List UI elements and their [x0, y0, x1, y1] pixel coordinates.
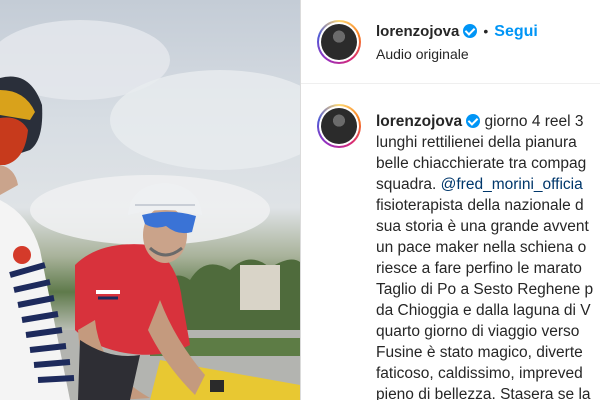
cyclists-scene — [0, 20, 300, 400]
caption-line-7: riesce a fare perfino le marato — [376, 260, 582, 277]
mention-link[interactable]: @fred_morini_officia — [441, 176, 583, 193]
caption-text: lorenzojova giorno 4 reel 3 lunghi retti… — [376, 111, 600, 400]
separator-dot: • — [483, 23, 489, 39]
caption-line-2: belle chiacchierate tra compag — [376, 155, 587, 172]
audio-label[interactable]: Audio originale — [376, 46, 469, 62]
caption-line-8: Taglio di Po a Sesto Reghene p — [376, 281, 594, 298]
verified-badge-icon — [463, 24, 478, 38]
caption-verified-icon — [466, 114, 481, 128]
caption-line-13: pieno di bellezza. Stasera se la — [376, 386, 591, 400]
caption-line-5: sua storia è una grande avvent — [376, 218, 589, 235]
profile-photo — [321, 24, 357, 60]
video-frame[interactable] — [0, 0, 300, 400]
caption-line-0: lorenzojova giorno 4 reel 3 — [376, 111, 600, 132]
caption-squadra: squadra. — [376, 176, 441, 193]
caption-line-11: Fusine è stato magico, diverte — [376, 344, 583, 361]
caption-profile-photo — [321, 108, 357, 144]
caption-first-text: giorno 4 reel 3 — [484, 113, 584, 130]
post-header: lorenzojova • Segui Audio originale — [301, 0, 600, 84]
avatar[interactable] — [317, 20, 361, 64]
caption-line-12: faticoso, caldissimo, impreved — [376, 365, 583, 382]
caption-line-3: squadra. @fred_morini_officia — [376, 174, 600, 195]
caption-avatar[interactable] — [317, 104, 361, 148]
caption-line-1: lunghi rettilienei della pianura — [376, 134, 577, 151]
caption-line-10: quarto giorno di viaggio verso — [376, 323, 580, 340]
caption-line-6: un pace maker nella schiena o — [376, 239, 587, 256]
follow-button[interactable]: Segui — [494, 23, 538, 40]
caption-username[interactable]: lorenzojova — [376, 113, 462, 130]
caption-line-4: fisioterapista della nazionale d — [376, 197, 584, 214]
caption-line-9: da Chioggia e dalla laguna di V — [376, 302, 591, 319]
post-details-panel: lorenzojova • Segui Audio originale lorenz… — [300, 0, 600, 400]
header-username[interactable]: lorenzojova — [376, 23, 459, 40]
